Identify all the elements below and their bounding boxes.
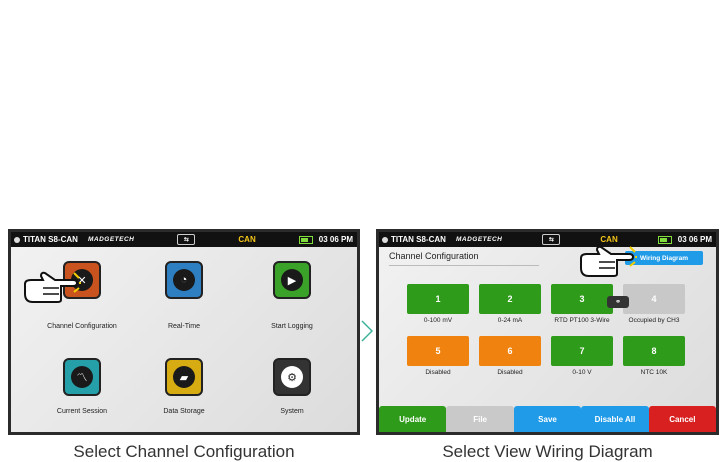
channel-config-screen: TITAN S8-CAN MADGETECH ⇆ CAN 03 06 PM Ch… <box>379 232 716 432</box>
device-name: TITAN S8-CAN <box>23 235 78 244</box>
status-dot-icon <box>382 236 388 243</box>
app-data-storage[interactable]: ▰ <box>165 358 203 396</box>
play-icon: ▶ <box>281 269 303 291</box>
channel-7-button[interactable]: 7 <box>551 336 613 366</box>
channel-5-button[interactable]: 5 <box>407 336 469 366</box>
usb-icon: ⇆ <box>177 234 196 245</box>
app-start-logging[interactable]: ▶ <box>273 261 311 299</box>
channel-2-label: 0-24 mA <box>497 317 523 324</box>
channel-6-label: Disabled <box>497 369 523 376</box>
channel-5-label: Disabled <box>425 369 451 376</box>
app-current-session[interactable]: 〽 <box>63 358 101 396</box>
channel-2-button[interactable]: 2 <box>479 284 541 314</box>
device-name: TITAN S8-CAN <box>391 235 446 244</box>
status-dot-icon <box>14 236 20 243</box>
battery-icon <box>657 235 672 244</box>
save-button[interactable]: Save <box>513 406 582 432</box>
folder-icon: ▰ <box>173 366 195 388</box>
channel-3-button[interactable]: 3 <box>551 284 613 314</box>
update-button[interactable]: Update <box>379 406 447 432</box>
pointing-hand-icon <box>580 245 637 277</box>
gauge-icon: ◔ <box>173 269 195 291</box>
app-label-start-logging: Start Logging <box>271 323 313 330</box>
disable-all-button[interactable]: Disable All <box>581 406 649 432</box>
caption-right: Select View Wiring Diagram <box>442 442 653 461</box>
app-system[interactable]: ⚙ <box>273 358 311 396</box>
action-bar: Update File Save Disable All Cancel <box>379 402 716 432</box>
channel-8-button[interactable]: 8 <box>623 336 685 366</box>
cancel-button[interactable]: Cancel <box>648 406 716 432</box>
config-screen-device: TITAN S8-CAN MADGETECH ⇆ CAN 03 06 PM Ch… <box>376 229 719 435</box>
file-button[interactable]: File <box>446 406 514 432</box>
channel-6-button[interactable]: 6 <box>479 336 541 366</box>
app-label-data-storage: Data Storage <box>163 408 205 415</box>
status-bar: TITAN S8-CAN MADGETECH ⇆ CAN 03 06 PM <box>379 232 716 247</box>
channel-4-button[interactable]: 4 <box>623 284 685 314</box>
graph-icon: 〽 <box>71 366 93 388</box>
clock: 03 06 PM <box>677 235 712 244</box>
channel-1-button[interactable]: 1 <box>407 284 469 314</box>
app-label-real-time: Real-Time <box>167 323 201 330</box>
usb-icon: ⇆ <box>542 234 561 245</box>
channel-4-label: Occupied by CH3 <box>628 317 680 324</box>
caption-left: Select Channel Configuration <box>73 442 295 461</box>
channel-8-label: NTC 10K <box>640 369 668 376</box>
title-divider <box>389 265 539 266</box>
pointing-hand-icon <box>24 271 81 303</box>
app-real-time[interactable]: ◔ <box>165 261 203 299</box>
mode-indicator: CAN <box>600 235 618 244</box>
clock: 03 06 PM <box>318 235 353 244</box>
app-label-system: System <box>280 408 304 415</box>
brand-logo: MADGETECH <box>87 236 135 243</box>
channel-3-label: RTD PT100 3-Wire <box>554 317 610 324</box>
home-screen: TITAN S8-CAN MADGETECH ⇆ CAN 03 06 PM ✕ … <box>11 232 357 432</box>
mode-indicator: CAN <box>238 235 256 244</box>
chevron-right-icon <box>361 320 373 342</box>
battery-icon <box>298 235 313 244</box>
page-title: Channel Configuration <box>389 251 479 261</box>
brand-logo: MADGETECH <box>455 236 503 243</box>
channel-7-label: 0-10 V <box>572 369 592 376</box>
app-label-channel-configuration: Channel Configuration <box>47 323 117 330</box>
status-bar: TITAN S8-CAN MADGETECH ⇆ CAN 03 06 PM <box>11 232 357 247</box>
home-screen-device: TITAN S8-CAN MADGETECH ⇆ CAN 03 06 PM ✕ … <box>8 229 360 435</box>
app-label-current-session: Current Session <box>56 408 108 415</box>
gear-icon: ⚙ <box>281 366 303 388</box>
link-icon: ⚭ <box>607 296 629 308</box>
channel-1-label: 0-100 mV <box>423 317 453 324</box>
